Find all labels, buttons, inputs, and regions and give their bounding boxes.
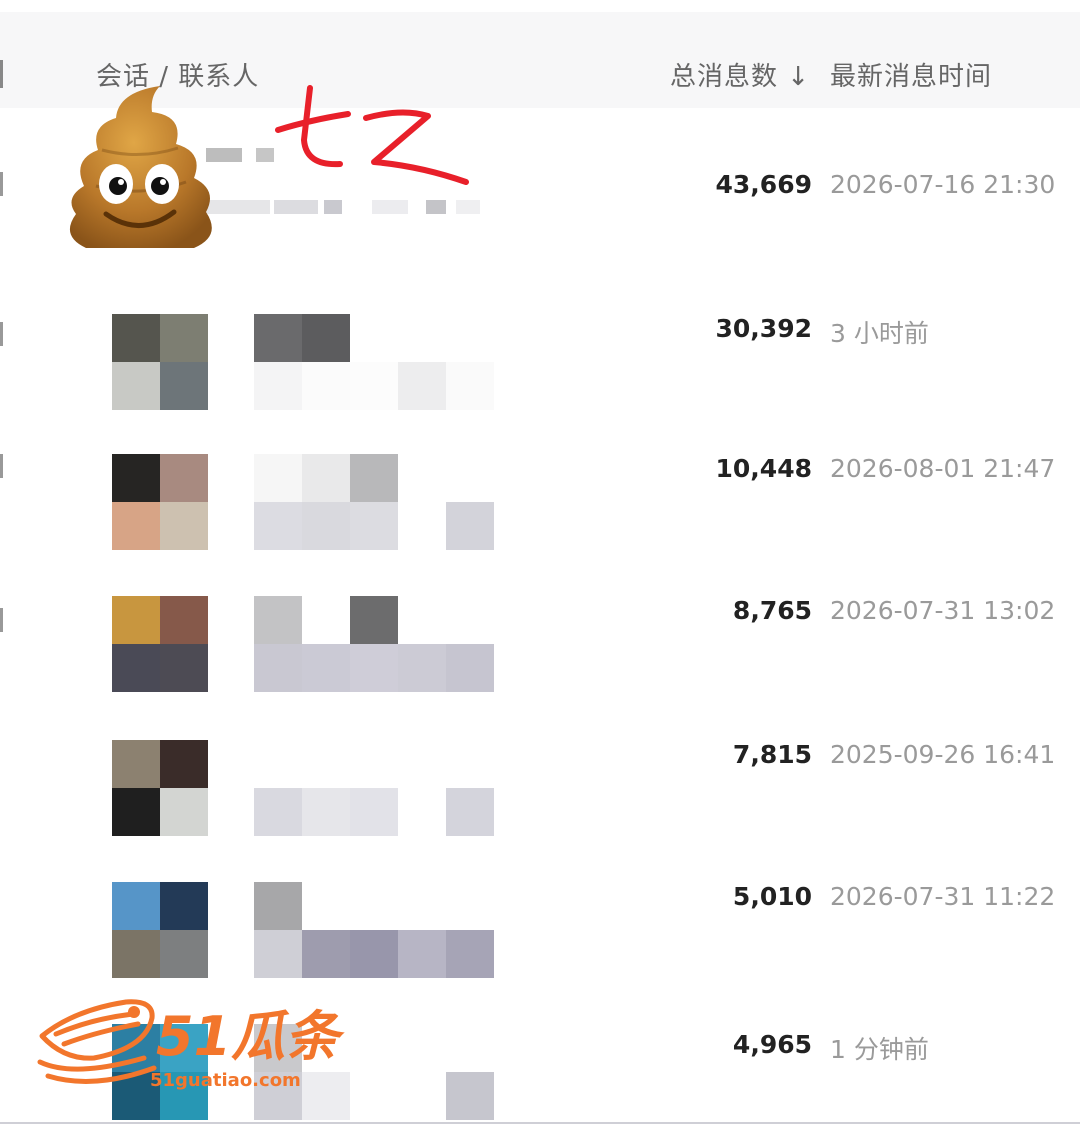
message-count: 8,765 [732, 596, 812, 625]
table-row[interactable]: 8,765 2026-07-31 13:02 [0, 552, 1080, 692]
message-count: 30,392 [715, 314, 812, 343]
latest-message-time: 2026-07-31 11:22 [830, 882, 1056, 911]
message-count: 7,815 [732, 740, 812, 769]
watermark-brand: 51瓜条 [156, 1005, 340, 1068]
message-count: 5,010 [732, 882, 812, 911]
latest-message-time: 3 小时前 [830, 319, 929, 348]
watermark-url: 51guatiao.com [150, 1070, 301, 1091]
latest-message-time: 1 分钟前 [830, 1035, 929, 1064]
table-row[interactable]: 7,815 2025-09-26 16:41 [0, 696, 1080, 836]
table-row[interactable]: 10,448 2026-08-01 21:47 [0, 410, 1080, 550]
row-edge [0, 322, 3, 346]
bottom-divider [0, 1122, 1080, 1124]
contact-name-pixelated [254, 596, 494, 692]
avatar [112, 314, 208, 410]
contact-name-pixelated [254, 314, 494, 410]
handwritten-scrawl [275, 85, 469, 185]
latest-message-time: 2026-07-16 21:30 [830, 170, 1056, 199]
latest-message-time: 2025-09-26 16:41 [830, 740, 1056, 769]
row-edge [0, 172, 3, 196]
avatar [112, 740, 208, 836]
table-row[interactable]: 5,010 2026-07-31 11:22 [0, 838, 1080, 978]
message-count: 10,448 [715, 454, 812, 483]
row-edge [0, 454, 3, 478]
message-count: 43,669 [715, 170, 812, 199]
contact-name-pixelated [254, 882, 494, 978]
latest-message-time: 2026-07-31 13:02 [830, 596, 1056, 625]
message-count: 4,965 [732, 1030, 812, 1059]
avatar [112, 882, 208, 978]
table-row[interactable]: 30,392 3 小时前 [0, 270, 1080, 410]
latest-message-time: 2026-08-01 21:47 [830, 454, 1056, 483]
avatar [112, 454, 208, 550]
column-header-count-sort[interactable]: 总消息数 ↓ [670, 56, 810, 93]
row-edge [0, 608, 3, 632]
avatar [112, 596, 208, 692]
contact-name-pixelated [254, 740, 494, 836]
poop-emoji-sticker [69, 86, 212, 248]
header-edge [0, 60, 3, 88]
column-header-latest-time[interactable]: 最新消息时间 [830, 56, 992, 93]
contact-name-pixelated [254, 454, 494, 550]
